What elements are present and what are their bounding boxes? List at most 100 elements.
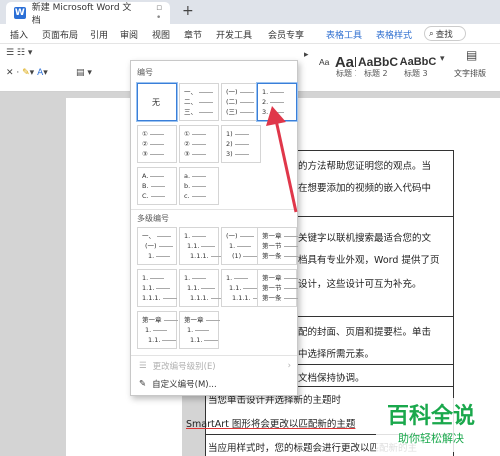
more-format-icons[interactable]: ▤ ▾ (76, 68, 92, 78)
doc-line: 关键字以联机搜索最适合您的文 (298, 233, 432, 244)
multilevel-option[interactable]: 1. 1.1. 1.1.1. (221, 269, 267, 307)
tile-label: 1. (262, 88, 269, 96)
tile-label: 1.1.1. (142, 294, 161, 302)
tile-label: 1. (187, 326, 194, 334)
tab-view[interactable]: 视图 (152, 28, 170, 41)
tab-page-layout[interactable]: 页面布局 (42, 28, 78, 41)
numbering-option[interactable]: 1) 2) 3) (221, 125, 261, 163)
search-box[interactable]: ⌕ 查找 (424, 26, 466, 41)
tile-label: 1. (145, 326, 152, 334)
tab-review[interactable]: 审阅 (120, 28, 138, 41)
tile-label: 1.1. (142, 284, 155, 292)
watermark: 百科全说 助你轻松解决 (376, 398, 486, 452)
multilevel-option[interactable]: 1. 1.1. 1.1.1. (137, 269, 177, 307)
tile-label: 1.1. (148, 336, 161, 344)
tile-label: 1.1. (190, 336, 203, 344)
tab-controls-icon[interactable]: ▫ • (156, 3, 170, 23)
tile-label: b. (184, 182, 191, 190)
tile-label: 3) (226, 150, 233, 158)
doc-line: 中选择所需元素。 (298, 349, 375, 360)
document-tab[interactable]: W 新建 Microsoft Word 文档 ▫ • (6, 2, 170, 26)
paragraph-icons[interactable]: ☰ ☷ ▾ (6, 48, 32, 58)
list-levels-icon: ☰ (139, 361, 147, 371)
word-icon: W (14, 7, 26, 19)
tile-label: 第一章 (262, 232, 282, 240)
new-tab-button[interactable]: + (182, 3, 194, 19)
tile-label: 一、 (184, 88, 197, 96)
tile-label: ① (184, 130, 190, 138)
text-layout-button[interactable]: 文字排版 (454, 68, 486, 79)
numbering-option[interactable]: A. B. C. (137, 167, 177, 205)
tab-section[interactable]: 章节 (184, 28, 202, 41)
numbering-option[interactable]: ① ② ③ (179, 125, 219, 163)
pencil-icon: ✎ (139, 379, 147, 389)
numbering-none-option[interactable]: 无 (137, 83, 177, 121)
tile-label: 第一章 (262, 274, 282, 282)
tab-table-styles[interactable]: 表格样式 (376, 28, 412, 41)
tile-label: (一) (145, 242, 157, 250)
tile-label: 1. (142, 274, 149, 282)
tile-label: 第一条 (262, 252, 282, 260)
tile-label: 1. (226, 274, 233, 282)
tile-label: 2) (226, 140, 233, 148)
tile-label: ② (142, 140, 148, 148)
style-heading-3-label: 标题 3 (404, 69, 428, 78)
multilevel-option[interactable]: 第一章 第一节 第一条 (257, 269, 298, 307)
custom-numbering-menu-item[interactable]: ✎ 自定义编号(M)... (131, 375, 297, 393)
annotation-arrow-icon (266, 106, 298, 213)
tile-label: (三) (226, 108, 238, 116)
tile-label: ③ (142, 150, 148, 158)
tile-label: 一、 (142, 232, 155, 240)
style-gallery-more-icon[interactable]: ▾ (440, 54, 445, 64)
tab-table-tools[interactable]: 表格工具 (326, 28, 362, 41)
doc-line: 的方法帮助您证明您的观点。当 (298, 161, 432, 172)
multilevel-option[interactable]: (一) 1. (1) (221, 227, 261, 265)
tile-label: 1) (226, 130, 233, 138)
numbering-option[interactable]: 一、 二、 三、 (179, 83, 219, 121)
style-heading-2-preview: AaBbC (357, 55, 398, 69)
tile-label: ② (184, 140, 190, 148)
text-layout-icon: ▤ (466, 48, 478, 62)
style-heading-2-label: 标题 2 (364, 69, 388, 78)
tile-label: C. (142, 192, 149, 200)
doc-line: 档具有专业外观，Word 提供了页 (298, 255, 440, 266)
ribbon-tab-row: 插入 页面布局 引用 审阅 视图 章节 开发工具 会员专享 表格工具 表格样式 … (0, 24, 500, 44)
tile-label: (一) (226, 232, 238, 240)
tab-references[interactable]: 引用 (90, 28, 108, 41)
divider (131, 355, 297, 356)
multilevel-option[interactable]: 第一章 1. 1.1. (179, 311, 220, 349)
tile-label: 1. (184, 232, 191, 240)
tab-member[interactable]: 会员专享 (268, 28, 304, 41)
tab-insert[interactable]: 插入 (10, 28, 28, 41)
multilevel-option[interactable]: 第一章 第一节 第一条 (257, 227, 298, 265)
multilevel-section-header: 多级编号 (137, 214, 169, 223)
chevron-right-icon: › (287, 361, 291, 371)
tab-developer[interactable]: 开发工具 (216, 28, 252, 41)
numbering-option[interactable]: a. b. c. (179, 167, 219, 205)
multilevel-option[interactable]: 1. 1.1. 1.1.1. (179, 269, 225, 307)
font-color-icons[interactable]: ✕ · ✎▾ A▾ (6, 68, 48, 78)
tile-label: 二、 (184, 98, 197, 106)
tile-label: 第一章 (142, 316, 162, 324)
tile-label: 第一节 (262, 242, 282, 250)
numbering-option[interactable]: (一) (二) (三) (221, 83, 261, 121)
tile-label: (二) (226, 98, 238, 106)
multilevel-option[interactable]: 一、 (一) 1. (137, 227, 177, 265)
window-tab-bar: W 新建 Microsoft Word 文档 ▫ • + (0, 0, 500, 26)
custom-numbering-label: 自定义编号(M)... (152, 380, 217, 390)
doc-line: 文档保持协调。 (298, 373, 365, 384)
tile-label: 1.1. (229, 284, 242, 292)
tile-label: 1.1.1. (190, 252, 209, 260)
multilevel-option[interactable]: 第一章 1. 1.1. (137, 311, 178, 349)
tile-label: A. (142, 172, 149, 180)
change-level-menu-item[interactable]: ☰ 更改编号级别(E) › (131, 357, 297, 375)
style-heading-3-preview: AaBbC (399, 56, 437, 68)
tile-label: 第一条 (262, 294, 282, 302)
multilevel-option[interactable]: 1. 1.1. 1.1.1. (179, 227, 225, 265)
align-icons[interactable]: ▸ (304, 50, 309, 60)
tile-label: 1.1.1. (190, 294, 209, 302)
tile-label: 1.1. (187, 284, 200, 292)
tile-label: c. (184, 192, 190, 200)
numbering-option[interactable]: ① ② ③ (137, 125, 177, 163)
tile-label: ① (142, 130, 148, 138)
